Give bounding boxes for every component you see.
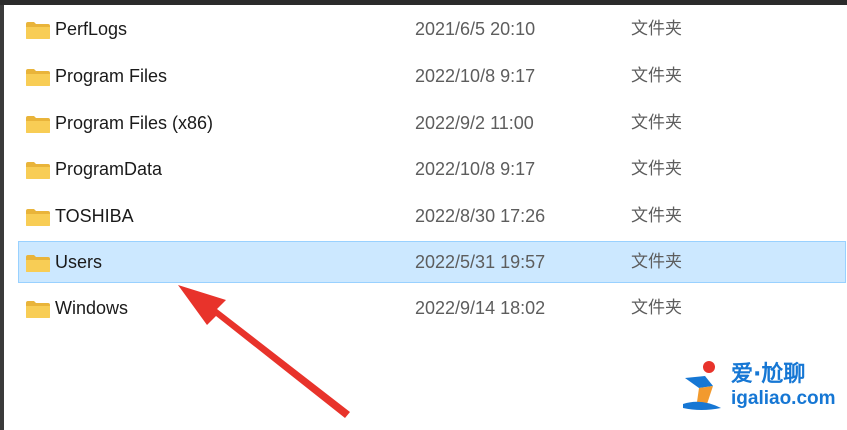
folder-icon	[26, 255, 50, 272]
file-row-program-files[interactable]: Program Files 2022/10/8 9:17 文件夹	[18, 55, 846, 97]
file-type: 文件夹	[631, 19, 682, 39]
file-type: 文件夹	[631, 113, 682, 133]
file-date: 2022/9/14 18:02	[415, 298, 546, 318]
file-name: Users	[55, 252, 103, 272]
file-name: Windows	[55, 298, 129, 318]
file-row-users[interactable]: Users 2022/5/31 19:57 文件夹	[18, 241, 846, 283]
file-type: 文件夹	[631, 206, 682, 226]
file-date: 2022/9/2 11:00	[415, 113, 534, 133]
file-type: 文件夹	[631, 159, 682, 179]
folder-icon	[26, 209, 50, 226]
watermark-url: igaliao.com	[731, 388, 836, 409]
file-row-program-files-x86[interactable]: Program Files (x86) 2022/9/2 11:00 文件夹	[18, 102, 846, 144]
file-row-toshiba[interactable]: TOSHIBA 2022/8/30 17:26 文件夹	[18, 195, 846, 237]
folder-icon	[26, 301, 50, 318]
file-name: ProgramData	[55, 159, 163, 179]
file-name: TOSHIBA	[55, 206, 134, 226]
file-date: 2021/6/5 20:10	[415, 19, 536, 39]
file-type: 文件夹	[631, 66, 682, 86]
file-type: 文件夹	[631, 298, 682, 318]
file-type: 文件夹	[631, 252, 682, 272]
folder-icon	[26, 162, 50, 179]
watermark-title: 爱·尬聊	[731, 362, 806, 387]
file-date: 2022/5/31 19:57	[415, 252, 546, 272]
file-date: 2022/10/8 9:17	[415, 66, 536, 86]
folder-icon	[26, 69, 50, 86]
folder-icon	[26, 116, 50, 133]
file-date: 2022/10/8 9:17	[415, 159, 536, 179]
file-row-programdata[interactable]: ProgramData 2022/10/8 9:17 文件夹	[18, 148, 846, 190]
file-name: Program Files (x86)	[55, 113, 214, 133]
file-name: Program Files	[55, 66, 168, 86]
watermark-logo: 爱·尬聊 igaliao.com	[679, 354, 839, 420]
file-date: 2022/8/30 17:26	[415, 206, 546, 226]
brand-runner-icon	[683, 361, 721, 410]
window-left-edge	[0, 5, 4, 430]
folder-icon	[26, 22, 50, 39]
file-name: PerfLogs	[55, 19, 128, 39]
file-row-windows[interactable]: Windows 2022/9/14 18:02 文件夹	[18, 287, 846, 329]
file-row-perflogs[interactable]: PerfLogs 2021/6/5 20:10 文件夹	[18, 8, 846, 50]
window-top-border	[0, 0, 847, 5]
